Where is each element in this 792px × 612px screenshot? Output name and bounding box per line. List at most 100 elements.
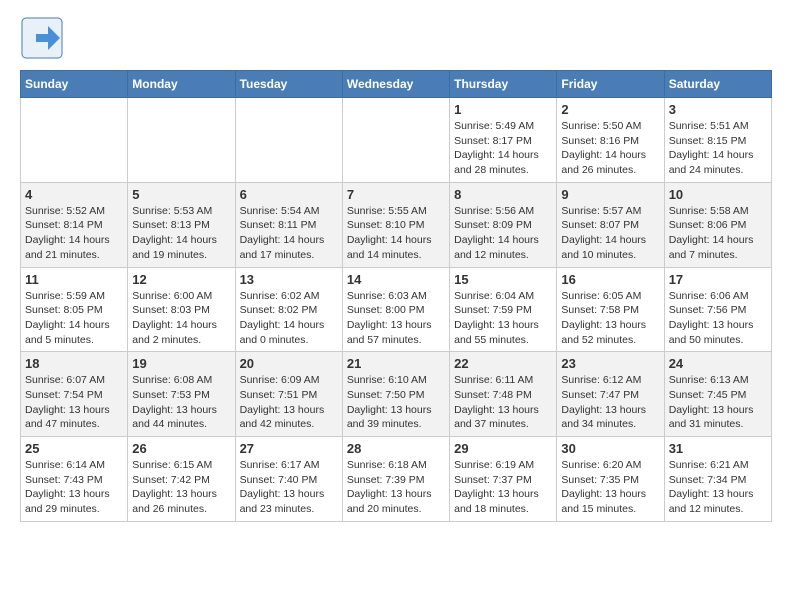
day-detail: Sunrise: 6:08 AMSunset: 7:53 PMDaylight:… [132, 373, 230, 432]
day-detail: Sunrise: 5:51 AMSunset: 8:15 PMDaylight:… [669, 119, 767, 178]
day-header-monday: Monday [128, 71, 235, 98]
day-detail: Sunrise: 6:17 AMSunset: 7:40 PMDaylight:… [240, 458, 338, 517]
day-number: 30 [561, 441, 659, 456]
day-number: 27 [240, 441, 338, 456]
day-detail: Sunrise: 6:03 AMSunset: 8:00 PMDaylight:… [347, 289, 445, 348]
day-detail: Sunrise: 6:18 AMSunset: 7:39 PMDaylight:… [347, 458, 445, 517]
calendar-cell: 30 Sunrise: 6:20 AMSunset: 7:35 PMDayligh… [557, 437, 664, 522]
calendar-cell: 8Sunrise: 5:56 AMSunset: 8:09 PMDaylight… [450, 182, 557, 267]
day-detail: Sunrise: 6:15 AMSunset: 7:42 PMDaylight:… [132, 458, 230, 517]
calendar-cell: 29 Sunrise: 6:19 AMSunset: 7:37 PMDayligh… [450, 437, 557, 522]
calendar-cell: 24Sunrise: 6:13 AMSunset: 7:45 PMDayligh… [664, 352, 771, 437]
calendar-cell: 16 Sunrise: 6:05 AMSunset: 7:58 PMDayligh… [557, 267, 664, 352]
calendar-table: SundayMondayTuesdayWednesdayThursdayFrid… [20, 70, 772, 522]
day-number: 20 [240, 356, 338, 371]
day-detail: Sunrise: 5:54 AMSunset: 8:11 PMDaylight:… [240, 204, 338, 263]
day-detail: Sunrise: 6:00 AMSunset: 8:03 PMDaylight:… [132, 289, 230, 348]
calendar-cell: 28 Sunrise: 6:18 AMSunset: 7:39 PMDayligh… [342, 437, 449, 522]
day-number: 5 [132, 187, 230, 202]
day-header-sunday: Sunday [21, 71, 128, 98]
calendar-week-row: 11 Sunrise: 5:59 AMSunset: 8:05 PMDayligh… [21, 267, 772, 352]
day-number: 7 [347, 187, 445, 202]
day-number: 21 [347, 356, 445, 371]
logo [20, 16, 68, 60]
calendar-header-row: SundayMondayTuesdayWednesdayThursdayFrid… [21, 71, 772, 98]
day-detail: Sunrise: 6:12 AMSunset: 7:47 PMDaylight:… [561, 373, 659, 432]
calendar-cell: 6Sunrise: 5:54 AMSunset: 8:11 PMDaylight… [235, 182, 342, 267]
calendar-cell: 12 Sunrise: 6:00 AMSunset: 8:03 PMDayligh… [128, 267, 235, 352]
day-number: 4 [25, 187, 123, 202]
calendar-cell: 4 Sunrise: 5:52 AMSunset: 8:14 PMDaylight… [21, 182, 128, 267]
page-header [20, 16, 772, 60]
day-detail: Sunrise: 6:21 AMSunset: 7:34 PMDaylight:… [669, 458, 767, 517]
day-number: 18 [25, 356, 123, 371]
day-number: 16 [561, 272, 659, 287]
day-number: 23 [561, 356, 659, 371]
day-detail: Sunrise: 6:19 AMSunset: 7:37 PMDaylight:… [454, 458, 552, 517]
logo-icon [20, 16, 64, 60]
day-number: 22 [454, 356, 552, 371]
day-detail: Sunrise: 5:55 AMSunset: 8:10 PMDaylight:… [347, 204, 445, 263]
day-detail: Sunrise: 6:13 AMSunset: 7:45 PMDaylight:… [669, 373, 767, 432]
calendar-week-row: 25 Sunrise: 6:14 AMSunset: 7:43 PMDayligh… [21, 437, 772, 522]
day-detail: Sunrise: 5:56 AMSunset: 8:09 PMDaylight:… [454, 204, 552, 263]
calendar-cell [128, 98, 235, 183]
day-detail: Sunrise: 6:11 AMSunset: 7:48 PMDaylight:… [454, 373, 552, 432]
day-detail: Sunrise: 6:20 AMSunset: 7:35 PMDaylight:… [561, 458, 659, 517]
calendar-cell: 14Sunrise: 6:03 AMSunset: 8:00 PMDayligh… [342, 267, 449, 352]
day-detail: Sunrise: 6:04 AMSunset: 7:59 PMDaylight:… [454, 289, 552, 348]
day-number: 29 [454, 441, 552, 456]
day-number: 12 [132, 272, 230, 287]
calendar-week-row: 1Sunrise: 5:49 AMSunset: 8:17 PMDaylight… [21, 98, 772, 183]
day-number: 31 [669, 441, 767, 456]
calendar-cell: 21Sunrise: 6:10 AMSunset: 7:50 PMDayligh… [342, 352, 449, 437]
calendar-cell: 1Sunrise: 5:49 AMSunset: 8:17 PMDaylight… [450, 98, 557, 183]
calendar-cell: 25 Sunrise: 6:14 AMSunset: 7:43 PMDayligh… [21, 437, 128, 522]
day-detail: Sunrise: 6:02 AMSunset: 8:02 PMDaylight:… [240, 289, 338, 348]
day-number: 2 [561, 102, 659, 117]
day-number: 15 [454, 272, 552, 287]
day-number: 13 [240, 272, 338, 287]
calendar-cell: 2 Sunrise: 5:50 AMSunset: 8:16 PMDaylight… [557, 98, 664, 183]
day-number: 1 [454, 102, 552, 117]
day-number: 17 [669, 272, 767, 287]
day-number: 25 [25, 441, 123, 456]
calendar-cell: 18 Sunrise: 6:07 AMSunset: 7:54 PMDayligh… [21, 352, 128, 437]
calendar-cell: 13 Sunrise: 6:02 AMSunset: 8:02 PMDayligh… [235, 267, 342, 352]
calendar-cell: 20 Sunrise: 6:09 AMSunset: 7:51 PMDayligh… [235, 352, 342, 437]
day-detail: Sunrise: 6:06 AMSunset: 7:56 PMDaylight:… [669, 289, 767, 348]
day-number: 28 [347, 441, 445, 456]
day-detail: Sunrise: 6:05 AMSunset: 7:58 PMDaylight:… [561, 289, 659, 348]
calendar-cell [342, 98, 449, 183]
calendar-cell [21, 98, 128, 183]
day-header-tuesday: Tuesday [235, 71, 342, 98]
calendar-cell: 19 Sunrise: 6:08 AMSunset: 7:53 PMDayligh… [128, 352, 235, 437]
calendar-cell [235, 98, 342, 183]
day-number: 19 [132, 356, 230, 371]
day-detail: Sunrise: 5:59 AMSunset: 8:05 PMDaylight:… [25, 289, 123, 348]
day-number: 3 [669, 102, 767, 117]
day-header-friday: Friday [557, 71, 664, 98]
calendar-cell: 5 Sunrise: 5:53 AMSunset: 8:13 PMDaylight… [128, 182, 235, 267]
calendar-cell: 15 Sunrise: 6:04 AMSunset: 7:59 PMDayligh… [450, 267, 557, 352]
day-detail: Sunrise: 5:50 AMSunset: 8:16 PMDaylight:… [561, 119, 659, 178]
day-detail: Sunrise: 5:57 AMSunset: 8:07 PMDaylight:… [561, 204, 659, 263]
day-detail: Sunrise: 6:09 AMSunset: 7:51 PMDaylight:… [240, 373, 338, 432]
day-detail: Sunrise: 6:07 AMSunset: 7:54 PMDaylight:… [25, 373, 123, 432]
calendar-cell: 31 Sunrise: 6:21 AMSunset: 7:34 PMDayligh… [664, 437, 771, 522]
calendar-cell: 26 Sunrise: 6:15 AMSunset: 7:42 PMDayligh… [128, 437, 235, 522]
day-header-saturday: Saturday [664, 71, 771, 98]
calendar-cell: 17 Sunrise: 6:06 AMSunset: 7:56 PMDayligh… [664, 267, 771, 352]
day-detail: Sunrise: 5:53 AMSunset: 8:13 PMDaylight:… [132, 204, 230, 263]
calendar-cell: 22 Sunrise: 6:11 AMSunset: 7:48 PMDayligh… [450, 352, 557, 437]
day-header-wednesday: Wednesday [342, 71, 449, 98]
day-detail: Sunrise: 6:14 AMSunset: 7:43 PMDaylight:… [25, 458, 123, 517]
day-number: 11 [25, 272, 123, 287]
day-number: 26 [132, 441, 230, 456]
calendar-week-row: 18 Sunrise: 6:07 AMSunset: 7:54 PMDayligh… [21, 352, 772, 437]
day-detail: Sunrise: 5:52 AMSunset: 8:14 PMDaylight:… [25, 204, 123, 263]
calendar-cell: 9Sunrise: 5:57 AMSunset: 8:07 PMDaylight… [557, 182, 664, 267]
calendar-cell: 11 Sunrise: 5:59 AMSunset: 8:05 PMDayligh… [21, 267, 128, 352]
calendar-cell: 3 Sunrise: 5:51 AMSunset: 8:15 PMDaylight… [664, 98, 771, 183]
day-header-thursday: Thursday [450, 71, 557, 98]
